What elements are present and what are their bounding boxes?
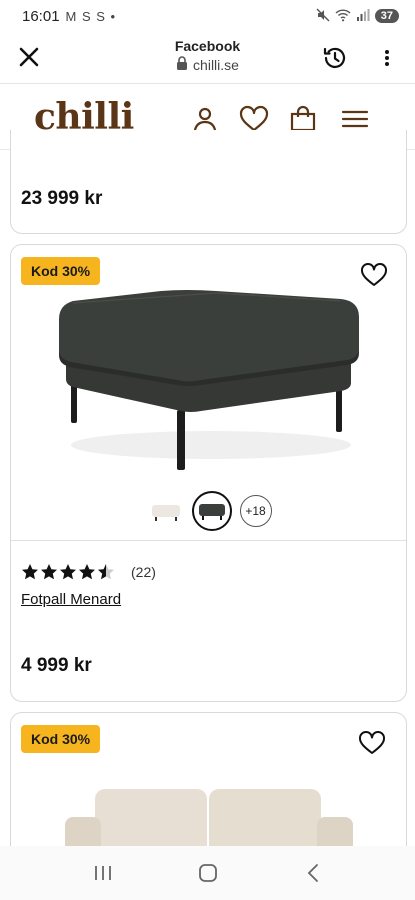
close-button[interactable]: [14, 42, 44, 72]
more-vertical-icon: [385, 50, 389, 66]
discount-badge: Kod 30%: [21, 257, 101, 285]
heart-icon: [361, 263, 387, 286]
page-source-title: Facebook: [174, 38, 241, 54]
more-options-button[interactable]: [376, 43, 398, 73]
status-left: 16:01 M S S •: [22, 8, 116, 25]
browser-title: Facebook chilli.se: [0, 38, 415, 73]
battery-indicator: 37: [374, 9, 399, 23]
home-icon: [198, 864, 217, 882]
add-to-wishlist-button[interactable]: [360, 261, 388, 289]
rating: (22): [21, 563, 156, 581]
home-button[interactable]: [188, 853, 228, 893]
recent-apps-icon: [94, 866, 111, 880]
status-bar: 16:01 M S S • 37: [0, 0, 415, 32]
product-image: [59, 290, 359, 470]
signal-icon: [356, 8, 370, 25]
notification-icons: M S S •: [65, 8, 117, 24]
product-name-link[interactable]: Fotpall Menard: [21, 591, 121, 608]
add-to-wishlist-button[interactable]: [358, 729, 386, 757]
recent-apps-button[interactable]: [83, 853, 123, 893]
discount-badge: Kod 30%: [21, 725, 101, 753]
browser-bar: Facebook chilli.se: [0, 32, 415, 84]
star-rating-icon: [22, 564, 114, 580]
mute-icon: [316, 8, 330, 25]
swatch-beige[interactable]: [147, 493, 184, 529]
product-card[interactable]: Kod 30% +18 (22) Fotpall Menard 4 999 kr: [10, 244, 407, 702]
status-time: 16:01: [22, 7, 60, 25]
product-card-previous[interactable]: 23 999 kr: [10, 130, 407, 234]
dark-ottoman-thumbnail: [198, 504, 225, 520]
back-chevron-icon: [307, 864, 318, 882]
beige-ottoman-thumbnail: [151, 505, 180, 521]
product-image-area[interactable]: Kod 30% +18: [11, 245, 406, 541]
back-button[interactable]: [293, 853, 333, 893]
heart-icon: [359, 731, 385, 754]
more-colors-button[interactable]: +18: [239, 495, 272, 527]
wifi-icon: [335, 8, 351, 25]
product-price: 23 999 kr: [21, 188, 103, 209]
close-icon: [19, 47, 39, 67]
swatch-dark-green[interactable]: [191, 491, 232, 531]
lock-icon: [176, 56, 188, 73]
history-button[interactable]: [320, 43, 350, 73]
color-swatches: +18: [11, 491, 406, 531]
url-text: chilli.se: [193, 56, 239, 73]
system-nav-bar: [0, 846, 415, 900]
product-price: 4 999 kr: [21, 655, 92, 676]
review-count: (22): [131, 564, 156, 580]
url-display: chilli.se: [0, 56, 415, 73]
status-right: 37: [316, 8, 399, 25]
history-icon: [323, 47, 346, 68]
